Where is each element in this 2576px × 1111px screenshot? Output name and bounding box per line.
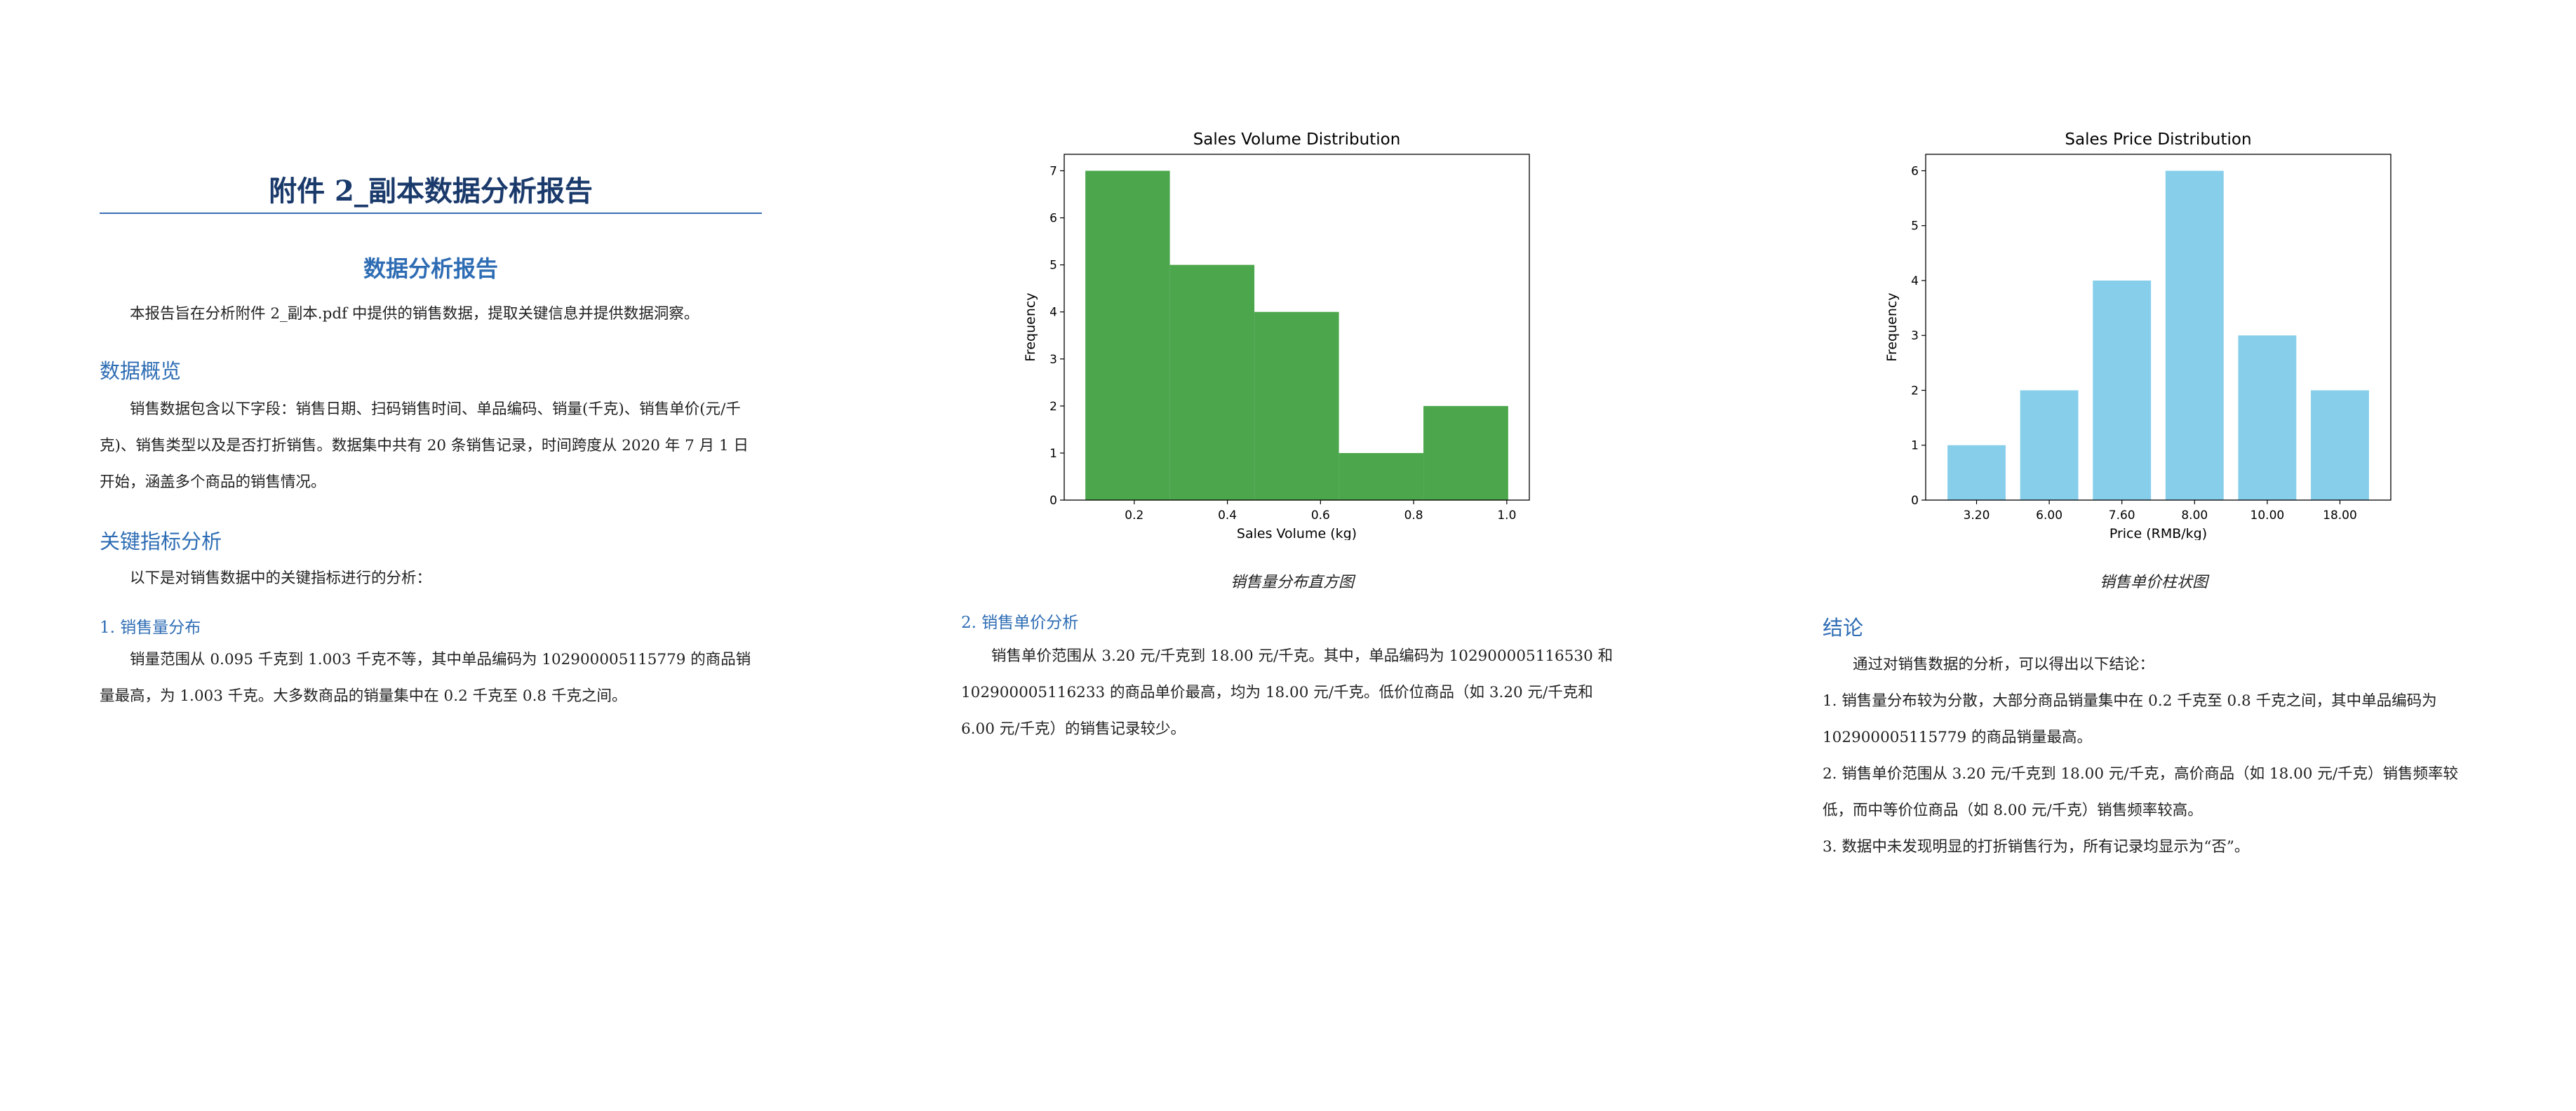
x-tick-label: 3.20 — [1964, 509, 1990, 523]
y-tick-label: 6 — [1049, 212, 1057, 226]
y-axis-label: Frequency — [1023, 292, 1038, 361]
x-tick-label: 7.60 — [2109, 509, 2135, 523]
histogram-bar — [1423, 405, 1508, 500]
histogram-bar — [1254, 311, 1339, 500]
x-axis-label: Price (RMB/kg) — [2109, 526, 2207, 540]
y-tick-label: 2 — [1049, 400, 1057, 414]
chart-title: Sales Price Distribution — [2065, 130, 2251, 149]
x-tick-label: 18.00 — [2323, 509, 2357, 523]
title-divider — [100, 213, 762, 214]
conclusion-item-1: 1. 销售量分布较为分散，大部分商品销量集中在 0.2 千克至 0.8 千克之间… — [1823, 692, 2437, 746]
x-tick-label: 1.0 — [1497, 509, 1516, 523]
y-tick-label: 3 — [1049, 353, 1057, 367]
volume-heading: 1. 销售量分布 — [100, 619, 201, 637]
histogram-bar — [1085, 170, 1170, 500]
x-tick-label: 0.6 — [1311, 509, 1330, 523]
y-axis-label: Frequency — [1884, 292, 1900, 361]
metrics-intro: 以下是对销售数据中的关键指标进行的分析： — [130, 570, 432, 587]
y-tick-label: 4 — [1049, 306, 1057, 320]
chart-title: Sales Volume Distribution — [1193, 130, 1401, 149]
overview-heading: 数据概览 — [100, 359, 182, 383]
volume-chart-caption: 销售量分布直方图 — [1230, 574, 1354, 591]
document-title: 附件 2_副本数据分析报告 — [269, 175, 593, 208]
sales-price-chart: Sales Price Distribution Price (RMB/kg) Fr… — [1884, 130, 2391, 540]
price-bar — [1947, 445, 2006, 500]
conclusion-intro: 通过对销售数据的分析，可以得出以下结论： — [1853, 656, 2155, 673]
conclusion-heading: 结论 — [1823, 616, 1864, 640]
price-bar — [2238, 335, 2297, 500]
y-tick-label: 1 — [1049, 447, 1057, 461]
x-tick-label: 0.4 — [1218, 509, 1237, 523]
x-tick-label: 8.00 — [2181, 509, 2208, 523]
y-tick-label: 5 — [1911, 220, 1919, 234]
conclusion-item-2: 2. 销售单价范围从 3.20 元/千克到 18.00 元/千克，高价商品（如 … — [1823, 765, 2459, 819]
price-bar — [2020, 390, 2079, 500]
y-tick-label: 4 — [1911, 274, 1919, 288]
price-paragraph: 销售单价范围从 3.20 元/千克到 18.00 元/千克。其中，单品编码为 1… — [961, 647, 1614, 738]
y-tick-label: 2 — [1911, 384, 1919, 398]
histogram-bar — [1169, 264, 1255, 500]
y-tick-label: 1 — [1911, 439, 1919, 453]
price-bar — [2165, 170, 2224, 500]
y-tick-label: 5 — [1049, 259, 1057, 273]
x-tick-label: 10.00 — [2250, 509, 2285, 523]
conclusion-item-3: 3. 数据中未发现明显的打折销售行为，所有记录均显示为“否”。 — [1823, 838, 2250, 856]
y-tick-label: 0 — [1911, 494, 1919, 508]
overview-paragraph: 销售数据包含以下字段：销售日期、扫码销售时间、单品编码、销量(千克)、销售单价(… — [100, 400, 749, 491]
y-tick-label: 6 — [1911, 164, 1919, 178]
metrics-heading: 关键指标分析 — [100, 530, 222, 553]
report-subtitle: 数据分析报告 — [363, 255, 498, 282]
x-tick-label: 0.2 — [1125, 509, 1143, 523]
histogram-bar — [1339, 452, 1424, 500]
price-bar — [2093, 280, 2152, 500]
price-chart-caption: 销售单价柱状图 — [2099, 574, 2208, 591]
price-heading: 2. 销售单价分析 — [961, 614, 1079, 632]
price-bar — [2311, 390, 2369, 500]
y-tick-label: 7 — [1049, 164, 1057, 178]
y-tick-label: 3 — [1911, 329, 1919, 343]
sales-volume-chart: Sales Volume Distribution Sales Volume (k… — [1023, 130, 1530, 540]
x-tick-label: 0.8 — [1404, 509, 1423, 523]
intro-paragraph: 本报告旨在分析附件 2_副本.pdf 中提供的销售数据，提取关键信息并提供数据洞… — [130, 305, 699, 323]
y-tick-label: 0 — [1049, 494, 1057, 508]
volume-paragraph: 销量范围从 0.095 千克到 1.003 千克不等，其中单品编码为 10290… — [100, 651, 751, 705]
x-tick-label: 6.00 — [2036, 509, 2062, 523]
x-axis-label: Sales Volume (kg) — [1237, 526, 1357, 540]
